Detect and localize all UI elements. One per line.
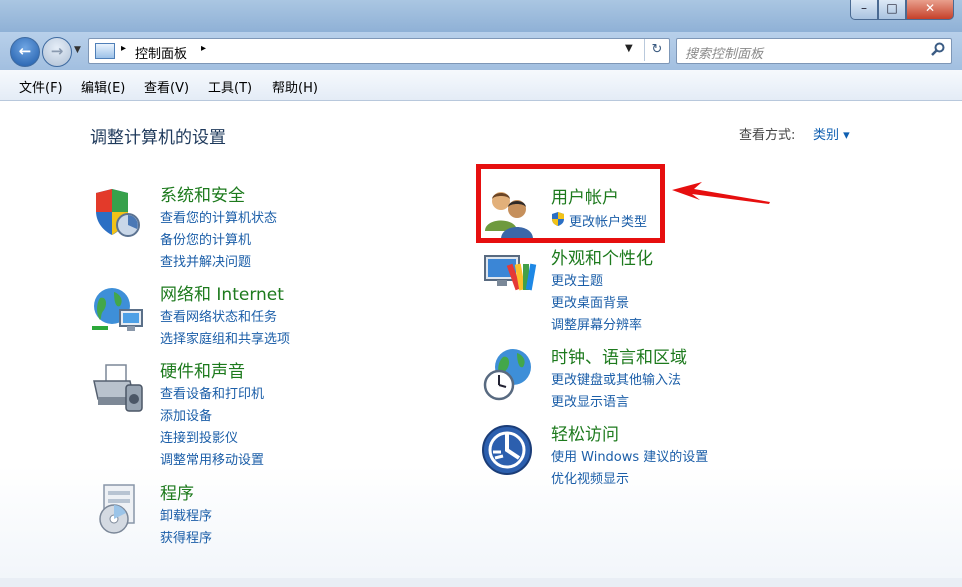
link-homegroup-sharing[interactable]: 选择家庭组和共享选项 (160, 328, 290, 347)
search-icon[interactable] (931, 42, 945, 56)
category-title[interactable]: 时钟、语言和区域 (551, 343, 687, 368)
search-input[interactable]: 搜索控制面板 (676, 38, 952, 64)
navigation-bar: ← → ▼ ▸ 控制面板 ▸ ▼ ↻ 搜索控制面板 (0, 32, 962, 70)
menu-bar: 文件(F) 编辑(E) 查看(V) 工具(T) 帮助(H) (0, 70, 962, 101)
category-title[interactable]: 程序 (160, 479, 194, 504)
red-arrow-annotation (672, 182, 770, 204)
category-title[interactable]: 系统和安全 (160, 181, 245, 206)
breadcrumb-control-panel[interactable]: 控制面板 (135, 43, 187, 62)
link-windows-recommended-settings[interactable]: 使用 Windows 建议的设置 (551, 446, 708, 465)
printer-icon[interactable] (90, 359, 146, 415)
category-title[interactable]: 轻松访问 (551, 420, 619, 445)
link-add-device[interactable]: 添加设备 (160, 405, 212, 424)
menu-view[interactable]: 查看(V) (144, 77, 189, 96)
minimize-button[interactable]: – (850, 0, 878, 20)
ease-of-access-icon[interactable] (481, 422, 537, 478)
menu-file[interactable]: 文件(F) (19, 77, 63, 96)
display-palette-icon[interactable] (481, 246, 537, 302)
menu-edit[interactable]: 编辑(E) (81, 77, 125, 96)
programs-disc-icon[interactable] (90, 481, 146, 537)
link-uninstall-program[interactable]: 卸载程序 (160, 505, 212, 524)
category-title[interactable]: 硬件和声音 (160, 357, 245, 382)
link-get-programs[interactable]: 获得程序 (160, 527, 212, 546)
link-devices-printers[interactable]: 查看设备和打印机 (160, 383, 264, 402)
recent-pages-dropdown[interactable]: ▼ (74, 45, 81, 55)
breadcrumb-separator[interactable]: ▸ (121, 43, 126, 54)
link-backup-computer[interactable]: 备份您的计算机 (160, 229, 251, 248)
refresh-button[interactable]: ↻ (644, 39, 669, 61)
breadcrumb-separator[interactable]: ▸ (201, 43, 206, 54)
link-view-computer-status[interactable]: 查看您的计算机状态 (160, 207, 277, 226)
link-change-keyboard-input[interactable]: 更改键盘或其他输入法 (551, 369, 681, 388)
link-mobility-settings[interactable]: 调整常用移动设置 (160, 449, 264, 468)
window-controls: – □ ✕ (850, 0, 954, 20)
address-box[interactable]: ▸ 控制面板 ▸ ▼ ↻ (88, 38, 670, 64)
link-connect-projector[interactable]: 连接到投影仪 (160, 427, 238, 446)
address-dropdown-icon[interactable]: ▼ (625, 43, 633, 54)
link-optimize-video-display[interactable]: 优化视频显示 (551, 468, 629, 487)
link-change-display-language[interactable]: 更改显示语言 (551, 391, 629, 410)
view-by-label: 查看方式: (739, 128, 796, 143)
menu-tools[interactable]: 工具(T) (208, 77, 252, 96)
category-title[interactable]: 外观和个性化 (551, 244, 653, 269)
back-button[interactable]: ← (10, 37, 40, 67)
link-network-status[interactable]: 查看网络状态和任务 (160, 306, 277, 325)
maximize-button[interactable]: □ (878, 0, 906, 20)
link-change-desktop-background[interactable]: 更改桌面背景 (551, 292, 629, 311)
close-button[interactable]: ✕ (906, 0, 954, 20)
network-globe-icon[interactable] (90, 282, 146, 338)
control-panel-icon (95, 43, 115, 59)
highlight-box (476, 164, 665, 243)
category-title[interactable]: 网络和 Internet (160, 280, 284, 305)
status-bar (0, 578, 962, 587)
clock-globe-icon[interactable] (481, 345, 537, 401)
link-change-theme[interactable]: 更改主题 (551, 270, 603, 289)
view-by-dropdown[interactable]: 类别 ▾ (813, 124, 850, 143)
shield-icon[interactable] (90, 183, 146, 239)
window-titlebar: – □ ✕ (0, 0, 962, 32)
link-adjust-resolution[interactable]: 调整屏幕分辨率 (551, 314, 642, 333)
forward-button[interactable]: → (42, 37, 72, 67)
page-title: 调整计算机的设置 (90, 128, 226, 148)
menu-help[interactable]: 帮助(H) (272, 77, 318, 96)
search-placeholder: 搜索控制面板 (685, 47, 764, 62)
link-troubleshoot[interactable]: 查找并解决问题 (160, 251, 251, 270)
